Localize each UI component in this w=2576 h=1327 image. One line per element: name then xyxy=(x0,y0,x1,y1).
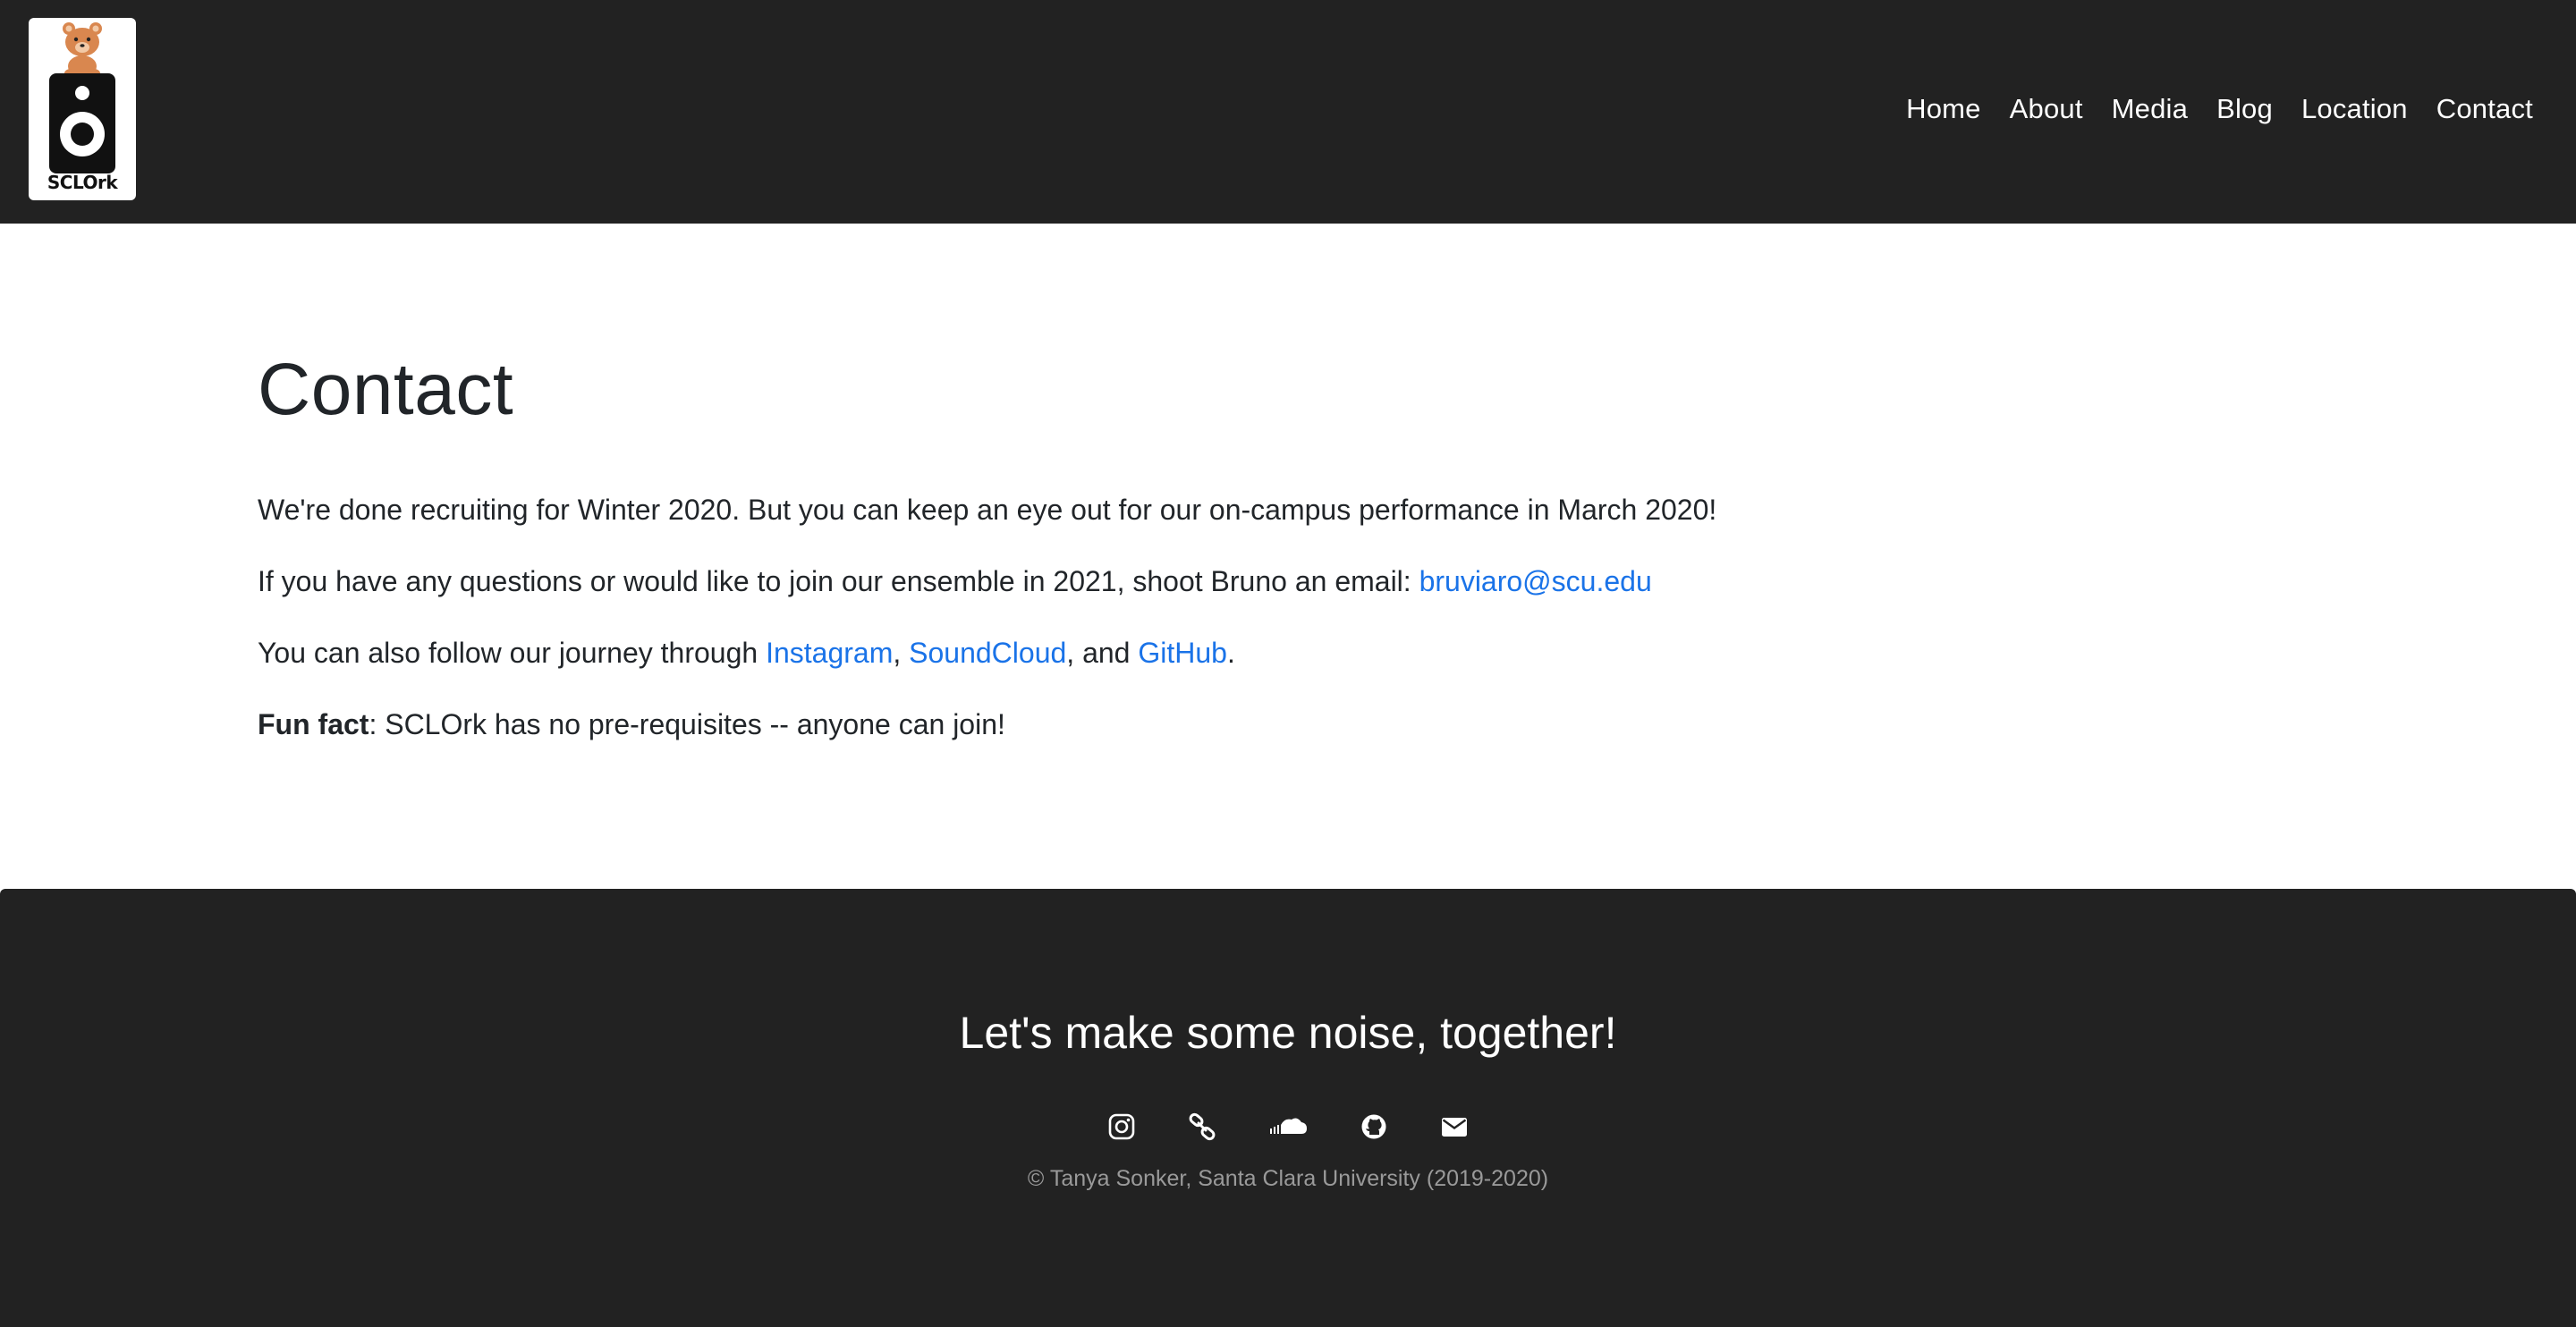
email-link[interactable]: bruviaro@scu.edu xyxy=(1419,565,1652,597)
instagram-link[interactable]: Instagram xyxy=(766,637,893,669)
link-icon[interactable] xyxy=(1188,1112,1216,1141)
follow-paragraph: You can also follow our journey through … xyxy=(258,635,2315,671)
nav-media[interactable]: Media xyxy=(2112,89,2188,129)
fun-fact-paragraph: Fun fact: SCLOrk has no pre-requisites -… xyxy=(258,706,2315,742)
follow-period: . xyxy=(1226,637,1235,669)
social-links xyxy=(0,1112,2576,1141)
github-link[interactable]: GitHub xyxy=(1138,637,1227,669)
copyright-text: © Tanya Sonker, Santa Clara University (… xyxy=(1027,1166,1549,1191)
nav-home[interactable]: Home xyxy=(1906,89,1981,129)
soundcloud-link[interactable]: SoundCloud xyxy=(909,637,1066,669)
fun-fact-text: : SCLOrk has no pre-requisites -- anyone… xyxy=(369,708,1005,740)
footer-tagline: Let's make some noise, together! xyxy=(959,1008,1617,1058)
questions-paragraph: If you have any questions or would like … xyxy=(258,563,2315,599)
nav-blog[interactable]: Blog xyxy=(2216,89,2273,129)
follow-text: You can also follow our journey through xyxy=(258,637,767,669)
questions-text: If you have any questions or would like … xyxy=(258,565,1419,597)
sclork-logo[interactable]: SCLOrk xyxy=(29,18,136,200)
github-icon[interactable] xyxy=(1360,1112,1388,1141)
follow-separator-2: , and xyxy=(1066,637,1139,669)
logo-text: SCLOrk xyxy=(47,172,118,193)
site-footer: Let's make some noise, together! © Tanya… xyxy=(0,889,2576,1327)
instagram-icon[interactable] xyxy=(1107,1112,1136,1141)
recruiting-text: We're done recruiting for Winter 2020. B… xyxy=(258,494,1717,526)
follow-separator-1: , xyxy=(893,637,910,669)
nav-about[interactable]: About xyxy=(2010,89,2083,129)
main-nav: Home About Media Blog Location Contact xyxy=(1906,89,2533,129)
site-header: SCLOrk Home About Media Blog Location Co… xyxy=(0,0,2576,224)
page-title: Contact xyxy=(258,349,514,430)
fun-fact-label: Fun fact xyxy=(258,708,369,740)
soundcloud-icon[interactable] xyxy=(1268,1112,1308,1141)
envelope-icon[interactable] xyxy=(1440,1112,1469,1141)
recruiting-paragraph: We're done recruiting for Winter 2020. B… xyxy=(258,492,2315,528)
nav-location[interactable]: Location xyxy=(2301,89,2408,129)
main-content: Contact We're done recruiting for Winter… xyxy=(258,340,2315,778)
nav-contact[interactable]: Contact xyxy=(2436,89,2533,129)
